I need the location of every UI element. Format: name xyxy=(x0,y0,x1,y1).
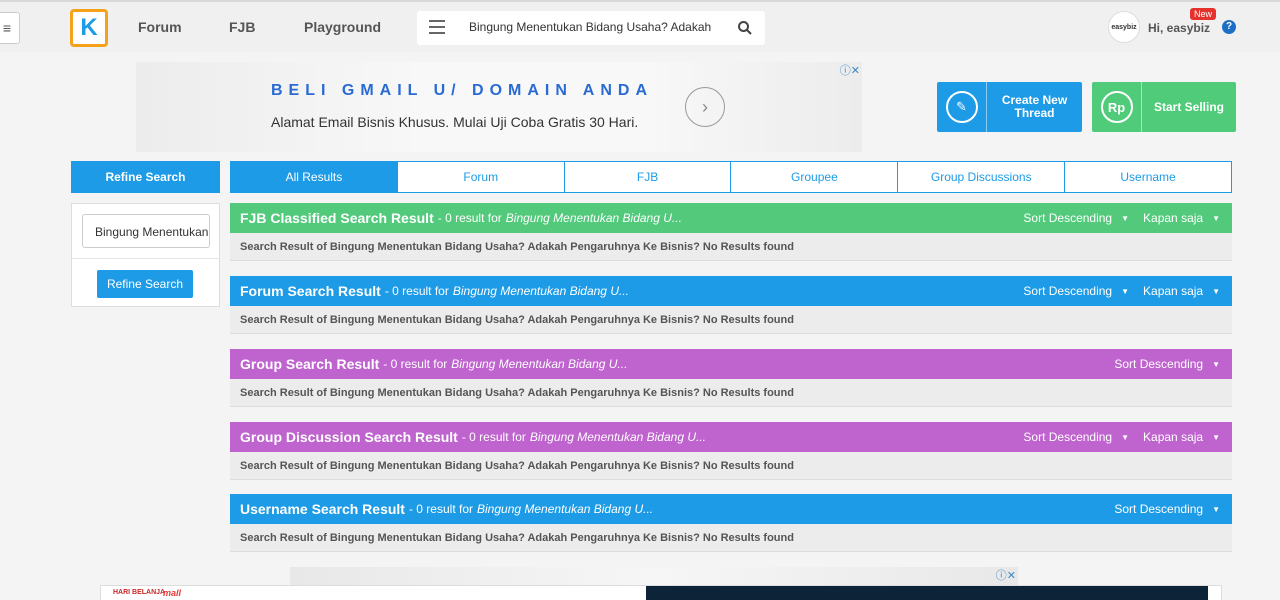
section-query: Bingung Menentukan Bidang U... xyxy=(451,357,628,371)
nav-forum[interactable]: Forum xyxy=(138,19,182,35)
avatar[interactable]: easybiz xyxy=(1108,11,1140,43)
group-discussion-result-section: Group Discussion Search Result - 0 resul… xyxy=(230,422,1232,480)
ad-subtext: Alamat Email Bisnis Khusus. Mulai Uji Co… xyxy=(271,114,639,130)
result-tabs: All Results Forum FJB Groupee Group Disc… xyxy=(230,161,1232,193)
tab-group-discussions[interactable]: Group Discussions xyxy=(897,162,1064,192)
section-title: FJB Classified Search Result xyxy=(240,210,434,226)
time-dropdown[interactable]: Kapan saja xyxy=(1143,430,1203,444)
section-body: Search Result of Bingung Menentukan Bida… xyxy=(230,233,1232,261)
kaskus-logo[interactable]: K xyxy=(70,9,108,47)
ad-headline: BELI GMAIL U/ DOMAIN ANDA xyxy=(271,82,653,99)
chevron-down-icon[interactable]: ▼ xyxy=(1212,214,1220,223)
section-title: Group Discussion Search Result xyxy=(240,429,458,445)
username-result-section: Username Search Result - 0 result for Bi… xyxy=(230,494,1232,552)
chevron-down-icon[interactable]: ▼ xyxy=(1121,214,1129,223)
ad-banner-image xyxy=(646,586,1208,600)
section-query: Bingung Menentukan Bidang U... xyxy=(452,284,629,298)
section-query: Bingung Menentukan Bidang U... xyxy=(529,430,706,444)
sort-dropdown[interactable]: Sort Descending xyxy=(1023,284,1112,298)
chevron-down-icon[interactable]: ▼ xyxy=(1212,433,1220,442)
section-header: Group Discussion Search Result - 0 resul… xyxy=(230,422,1232,452)
tab-fjb[interactable]: FJB xyxy=(563,162,731,192)
section-body: Search Result of Bingung Menentukan Bida… xyxy=(230,452,1232,480)
start-selling-label: Start Selling xyxy=(1153,99,1224,114)
section-meta: - 0 result for xyxy=(437,211,502,225)
rupiah-icon: Rp xyxy=(1100,91,1133,123)
section-body: Search Result of Bingung Menentukan Bida… xyxy=(230,524,1232,552)
chevron-down-icon[interactable]: ▼ xyxy=(1212,360,1220,369)
side-menu-button[interactable]: ≡ xyxy=(0,12,20,44)
refine-search-panel: Bingung Menentukan Refine Search xyxy=(71,203,220,307)
banner-advertisement[interactable]: HARI BELANJA mall xyxy=(100,585,1222,600)
search-icon[interactable] xyxy=(737,20,753,36)
fjb-result-section: FJB Classified Search Result - 0 result … xyxy=(230,203,1232,261)
create-thread-label: Create New Thread xyxy=(1001,93,1068,120)
section-meta: - 0 result for xyxy=(384,284,449,298)
nav-playground[interactable]: Playground xyxy=(304,19,381,35)
new-badge: New xyxy=(1190,8,1217,20)
section-title: Username Search Result xyxy=(240,501,405,517)
top-advertisement[interactable]: BELI GMAIL U/ DOMAIN ANDA Alamat Email B… xyxy=(136,62,862,152)
section-body: Search Result of Bingung Menentukan Bida… xyxy=(230,379,1232,407)
time-dropdown[interactable]: Kapan saja xyxy=(1143,211,1203,225)
adchoices-icon[interactable]: ⓘ✕ xyxy=(996,567,1016,583)
ad-arrow-icon[interactable]: › xyxy=(685,87,725,127)
sort-dropdown[interactable]: Sort Descending xyxy=(1023,211,1112,225)
section-header: Username Search Result - 0 result for Bi… xyxy=(230,494,1232,524)
section-meta: - 0 result for xyxy=(461,430,526,444)
start-selling-button[interactable]: Rp Start Selling xyxy=(1092,82,1236,132)
tab-username[interactable]: Username xyxy=(1064,162,1231,192)
section-query: Bingung Menentukan Bidang U... xyxy=(505,211,682,225)
sort-dropdown[interactable]: Sort Descending xyxy=(1114,357,1203,371)
section-title: Forum Search Result xyxy=(240,283,381,299)
help-icon[interactable]: ? xyxy=(1222,20,1236,34)
ad-brand-logo: mall xyxy=(163,588,182,598)
section-header: Forum Search Result - 0 result for Bingu… xyxy=(230,276,1232,306)
refine-search-header: Refine Search xyxy=(71,161,220,193)
create-thread-button[interactable]: ✎ Create New Thread xyxy=(937,82,1082,132)
chevron-down-icon[interactable]: ▼ xyxy=(1212,505,1220,514)
chevron-down-icon[interactable]: ▼ xyxy=(1121,287,1129,296)
tab-forum[interactable]: Forum xyxy=(396,162,564,192)
sort-dropdown[interactable]: Sort Descending xyxy=(1023,430,1112,444)
sort-dropdown[interactable]: Sort Descending xyxy=(1114,502,1203,516)
tab-all-results[interactable]: All Results xyxy=(231,162,397,192)
ad-brand-logo: HARI BELANJA xyxy=(113,589,166,596)
refine-search-button[interactable]: Refine Search xyxy=(97,270,193,298)
section-header: Group Search Result - 0 result for Bingu… xyxy=(230,349,1232,379)
adchoices-icon[interactable]: ⓘ✕ xyxy=(840,62,860,78)
tab-groupee[interactable]: Groupee xyxy=(730,162,897,192)
refine-search-input[interactable]: Bingung Menentukan xyxy=(82,214,210,248)
search-bar: Bingung Menentukan Bidang Usaha? Adakah xyxy=(417,11,765,45)
top-navbar: ≡ K Forum FJB Playground Bingung Menentu… xyxy=(0,0,1280,52)
section-meta: - 0 result for xyxy=(383,357,448,371)
chevron-down-icon[interactable]: ▼ xyxy=(1121,433,1129,442)
section-header: FJB Classified Search Result - 0 result … xyxy=(230,203,1232,233)
user-greeting[interactable]: Hi, easybiz xyxy=(1148,21,1210,35)
time-dropdown[interactable]: Kapan saja xyxy=(1143,284,1203,298)
section-title: Group Search Result xyxy=(240,356,380,372)
divider xyxy=(72,258,219,259)
forum-result-section: Forum Search Result - 0 result for Bingu… xyxy=(230,276,1232,334)
section-query: Bingung Menentukan Bidang U... xyxy=(477,502,654,516)
group-result-section: Group Search Result - 0 result for Bingu… xyxy=(230,349,1232,407)
chevron-down-icon[interactable]: ▼ xyxy=(1212,287,1220,296)
search-input[interactable]: Bingung Menentukan Bidang Usaha? Adakah xyxy=(469,20,715,34)
logo-letter: K xyxy=(80,14,98,41)
nav-fjb[interactable]: FJB xyxy=(229,19,255,35)
pencil-icon: ✎ xyxy=(945,91,978,123)
section-meta: - 0 result for xyxy=(408,502,473,516)
section-body: Search Result of Bingung Menentukan Bida… xyxy=(230,306,1232,334)
search-category-menu-icon[interactable] xyxy=(429,20,445,38)
